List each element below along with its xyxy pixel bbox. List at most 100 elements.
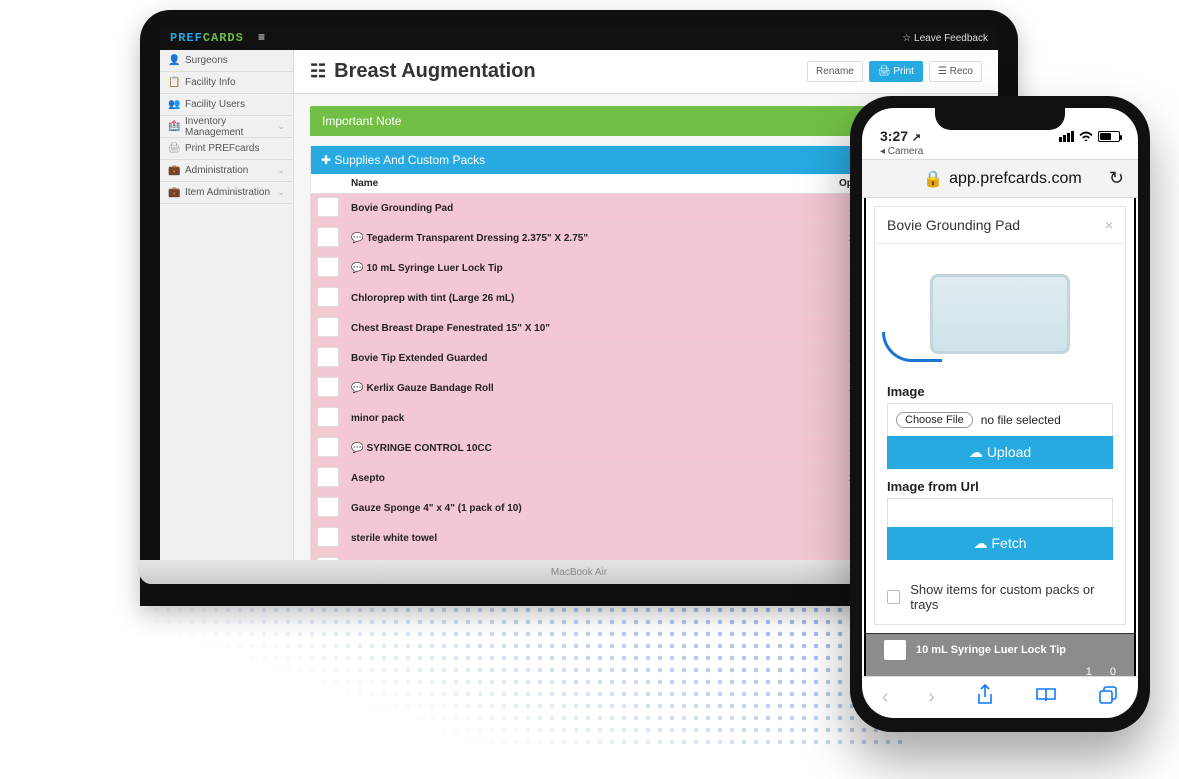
macbook-label: MacBook Air <box>551 567 607 578</box>
product-image <box>875 254 1125 374</box>
item-name: 💬Tegaderm Transparent Dressing 2.375" X … <box>345 224 833 254</box>
phone-mockup: 3:27 ↗ ◂ Camera 🔒 app.prefcards.com ↻ <box>850 96 1150 732</box>
comment-icon: 💬 <box>351 443 363 454</box>
cloud-down-icon: ☁ <box>973 535 987 551</box>
app-topbar: PREFCARDS ≡ Leave Feedback <box>160 26 998 50</box>
url-text[interactable]: app.prefcards.com <box>949 170 1082 188</box>
item-thumb <box>317 227 339 247</box>
checkbox-icon[interactable] <box>887 590 900 604</box>
signal-icon <box>1059 131 1074 142</box>
item-name: Gauze Sponge 4" x 4" (1 pack of 10) <box>345 494 833 524</box>
page-title: ☷ Breast Augmentation <box>310 60 536 83</box>
sidebar-label: Administration <box>185 165 248 176</box>
image-label: Image <box>887 384 1113 399</box>
leave-feedback-link[interactable]: Leave Feedback <box>902 33 988 44</box>
item-name: Asepto <box>345 464 833 494</box>
sidebar-icon: 🏥 <box>168 121 179 132</box>
tabs-icon[interactable] <box>1098 685 1118 711</box>
nav-fwd-icon[interactable]: › <box>928 686 935 709</box>
sidebar-icon: 🖨 <box>168 143 179 154</box>
bookmarks-icon[interactable] <box>1034 686 1058 710</box>
image-url-label: Image from Url <box>887 479 1113 494</box>
item-thumb <box>317 527 339 547</box>
bg-row-0: 10 mL Syringe Luer Lock Tip <box>916 644 1066 656</box>
item-thumb <box>317 407 339 427</box>
upload-button[interactable]: ☁Upload <box>887 436 1113 469</box>
sidebar-item-1[interactable]: 📋 Facility Info <box>160 72 293 94</box>
back-to-camera[interactable]: ◂ Camera <box>862 146 1138 159</box>
modal-title: Bovie Grounding Pad <box>887 217 1020 233</box>
item-name: 💬Kerlix Gauze Bandage Roll <box>345 374 833 404</box>
item-name: 💬SYRINGE CONTROL 10CC <box>345 434 833 464</box>
col-name: Name <box>345 174 833 194</box>
background-list: 10 mL Syringe Luer Lock Tip 1 0 Chloropr… <box>866 633 1134 676</box>
item-name: Bovie Grounding Pad <box>345 194 833 224</box>
show-items-toggle[interactable]: Show items for custom packs or trays <box>875 570 1125 624</box>
item-thumb <box>317 197 339 217</box>
item-thumb <box>317 377 339 397</box>
bg-open: 1 <box>1086 666 1092 676</box>
sidebar-item-5[interactable]: 💼 Administration ⌄ <box>160 160 293 182</box>
sidebar-label: Surgeons <box>185 55 228 66</box>
item-name: Chest Breast Drape Fenestrated 15" X 10" <box>345 314 833 344</box>
cloud-up-icon: ☁ <box>969 444 983 460</box>
close-icon[interactable]: × <box>1105 217 1113 233</box>
wifi-icon <box>1078 129 1094 144</box>
sidebar-icon: 👤 <box>168 55 179 66</box>
nav-back-icon[interactable]: ‹ <box>882 686 889 709</box>
rename-button[interactable]: Rename <box>807 61 863 82</box>
sidebar-item-6[interactable]: 💼 Item Administration ⌄ <box>160 182 293 204</box>
item-thumb <box>317 287 339 307</box>
status-time: 3:27 <box>880 128 908 144</box>
panel-title: Supplies And Custom Packs <box>334 153 485 167</box>
sidebar-label: Facility Info <box>185 77 236 88</box>
sidebar-label: Item Administration <box>185 187 270 198</box>
logo-pref: PREF <box>170 31 203 45</box>
comment-icon: 💬 <box>351 263 363 274</box>
sidebar-label: Facility Users <box>185 99 245 110</box>
logo-cards: CARDS <box>203 31 244 45</box>
chevron-down-icon: ⌄ <box>277 165 285 176</box>
reco-button[interactable]: ☰ Reco <box>929 61 982 82</box>
image-url-input[interactable] <box>887 498 1113 528</box>
sidebar: 👤 Surgeons 📋 Facility Info 👥 Facility Us… <box>160 50 294 560</box>
print-button[interactable]: 🖨 Print <box>869 61 923 82</box>
upload-label: Upload <box>987 444 1031 460</box>
item-thumb <box>317 317 339 337</box>
item-name: sterile white towel <box>345 524 833 554</box>
reload-icon[interactable]: ↻ <box>1109 168 1124 189</box>
sidebar-icon: 💼 <box>168 187 179 198</box>
fetch-button[interactable]: ☁Fetch <box>887 527 1113 560</box>
item-thumb <box>317 347 339 367</box>
item-thumb <box>317 497 339 517</box>
share-icon[interactable] <box>975 684 995 712</box>
sidebar-item-2[interactable]: 👥 Facility Users <box>160 94 293 116</box>
item-modal: Bovie Grounding Pad × Image Choose File <box>874 206 1126 625</box>
sidebar-item-3[interactable]: 🏥 Inventory Management ⌄ <box>160 116 293 138</box>
item-name: 💬10 mL Syringe Luer Lock Tip <box>345 254 833 284</box>
page-header: ☷ Breast Augmentation Rename 🖨 Print ☰ R… <box>294 50 998 94</box>
sidebar-item-0[interactable]: 👤 Surgeons <box>160 50 293 72</box>
item-name: minor pack <box>345 404 833 434</box>
comment-icon: 💬 <box>351 383 363 394</box>
chevron-down-icon: ⌄ <box>277 187 285 198</box>
sidebar-label: Print PREFcards <box>185 143 259 154</box>
address-bar: 🔒 app.prefcards.com ↻ <box>862 159 1138 198</box>
location-icon: ↗ <box>912 132 921 144</box>
hamburger-icon[interactable]: ≡ <box>258 31 265 45</box>
file-input[interactable]: Choose File no file selected <box>887 403 1113 437</box>
chevron-down-icon: ⌄ <box>277 121 285 132</box>
sidebar-item-4[interactable]: 🖨 Print PREFcards <box>160 138 293 160</box>
medkit-icon: ✚ <box>321 153 331 167</box>
item-name: Bovie Tip Extended Guarded <box>345 344 833 374</box>
item-thumb <box>317 467 339 487</box>
sidebar-icon: 👥 <box>168 99 179 110</box>
sidebar-icon: 📋 <box>168 77 179 88</box>
phone-page: Bovie Grounding Pad × Image Choose File <box>864 198 1136 676</box>
app-logo: PREFCARDS <box>170 31 244 45</box>
phone-notch <box>935 108 1065 130</box>
lock-icon: 🔒 <box>923 169 943 189</box>
choose-file-button[interactable]: Choose File <box>896 412 973 428</box>
item-name: Xeroform 1" X 8" <box>345 554 833 561</box>
fetch-label: Fetch <box>991 535 1026 551</box>
